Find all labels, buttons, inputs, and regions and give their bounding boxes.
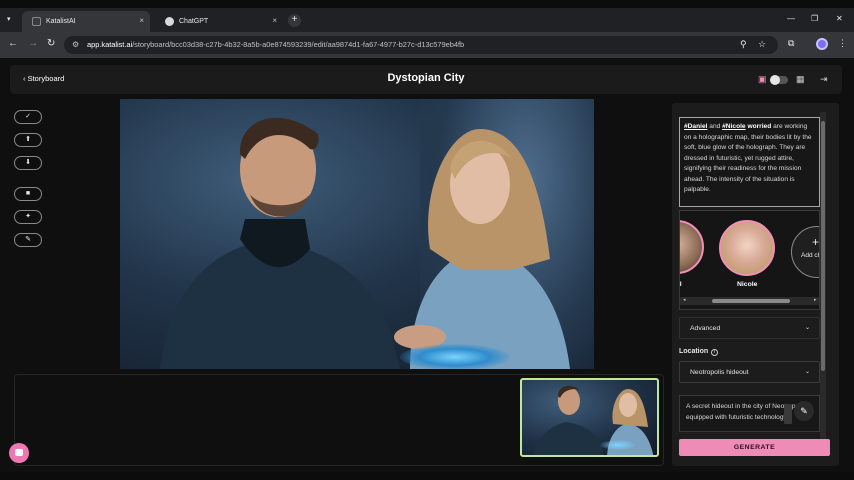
page-title: Dystopian City [387, 72, 465, 84]
browser-tab-bar: ▾ KatalistAI × ChatGPT × + — ❐ ✕ [0, 8, 854, 32]
browser-menu-icon[interactable]: ⋮ [838, 38, 847, 49]
brush-tool-button[interactable]: ✎ [14, 233, 42, 247]
scene-thumbnail-selected[interactable] [520, 378, 659, 457]
tab-search-icon[interactable]: ▾ [7, 15, 11, 23]
check-tool-button[interactable]: ✓ [14, 110, 42, 124]
extensions-icon[interactable]: ⧉ [788, 38, 794, 49]
scene-image[interactable] [120, 99, 594, 369]
hologram-glow [400, 344, 510, 369]
crop-tool-button[interactable]: ■ [14, 187, 42, 201]
tab-title: KatalistAI [46, 18, 76, 25]
character-carousel: + Add chara el Nicole ◂ ▸ [679, 210, 820, 310]
screen: ▾ KatalistAI × ChatGPT × + — ❐ ✕ ← → ↻ ⚙… [0, 0, 854, 480]
view-toggle[interactable] [770, 75, 788, 85]
tab-title: ChatGPT [179, 18, 209, 25]
advanced-dropdown[interactable]: Advanced ⌄ [679, 317, 820, 339]
tab-chatgpt[interactable]: ChatGPT × [155, 11, 283, 32]
character-avatar-nicole[interactable] [719, 220, 775, 276]
chevron-down-icon: ⌄ [804, 369, 810, 375]
tab-katalist[interactable]: KatalistAI × [22, 11, 150, 32]
scroll-left-icon[interactable]: ◂ [683, 297, 686, 303]
location-description-scrollbar[interactable] [784, 404, 792, 424]
character-tag-daniel[interactable]: #Daniel [684, 123, 707, 130]
reload-icon[interactable]: ↻ [47, 38, 55, 49]
chatgpt-favicon-icon [165, 17, 174, 26]
address-bar[interactable]: ⚙ app.katalist.ai/storyboard/bcc03d38-c2… [64, 36, 778, 54]
pin-tool-button[interactable]: ✦ [14, 210, 42, 224]
generate-button[interactable]: GENERATE [679, 439, 830, 456]
support-chat-button[interactable] [9, 443, 29, 463]
scroll-right-icon[interactable]: ▸ [814, 297, 817, 303]
image-view-icon[interactable]: ▣ [758, 74, 767, 85]
minimize-icon[interactable]: — [787, 14, 795, 23]
close-tab-icon[interactable]: × [272, 16, 277, 25]
add-character-button[interactable]: + Add chara [791, 226, 819, 278]
info-icon[interactable]: i [711, 349, 719, 356]
collapse-panel-icon[interactable]: ⇥ [820, 74, 828, 85]
download-tool-button[interactable]: ⬇ [14, 156, 42, 170]
zoom-icon[interactable]: ⚲ [740, 39, 747, 50]
katalist-favicon-icon [32, 17, 41, 26]
character-name-label: Nicole [737, 281, 758, 288]
upload-tool-button[interactable]: ⬆ [14, 133, 42, 147]
forward-arrow-icon[interactable]: → [28, 38, 38, 49]
panel-scroll-thumb[interactable] [821, 121, 825, 371]
scene-description-field[interactable]: #Daniel and #Nicole worried are working … [679, 117, 820, 207]
chevron-down-icon: ⌄ [804, 325, 810, 331]
location-label: Location i [679, 348, 719, 356]
browser-toolbar: ← → ↻ ⚙ app.katalist.ai/storyboard/bcc03… [0, 32, 854, 58]
character-name-label: el [679, 281, 682, 288]
edit-location-button[interactable]: ✎ [794, 401, 814, 421]
url-text: app.katalist.ai/storyboard/bcc03d38-c27b… [87, 40, 465, 49]
app-header: ‹ Storyboard Dystopian City ▣ ▦ ⇥ [10, 65, 842, 94]
scene-illustration [160, 117, 570, 369]
window-close-icon[interactable]: ✕ [836, 14, 843, 23]
thumbnail-illustration [533, 385, 654, 455]
thumbnail-glow [600, 440, 636, 450]
back-arrow-icon[interactable]: ← [8, 38, 18, 49]
character-tag-nicole[interactable]: #Nicole [722, 123, 745, 130]
character-avatar-daniel[interactable] [680, 220, 704, 274]
site-info-icon[interactable]: ⚙ [72, 40, 79, 49]
location-select[interactable]: Neotropolis hideout ⌄ [679, 361, 820, 383]
restore-icon[interactable]: ❐ [811, 14, 818, 23]
bookmark-star-icon[interactable]: ☆ [758, 39, 766, 50]
carousel-scroll-thumb[interactable] [712, 299, 790, 303]
new-tab-button[interactable]: + [288, 14, 301, 27]
grid-view-icon[interactable]: ▦ [796, 74, 805, 85]
close-tab-icon[interactable]: × [139, 16, 144, 25]
profile-avatar[interactable] [816, 38, 828, 50]
